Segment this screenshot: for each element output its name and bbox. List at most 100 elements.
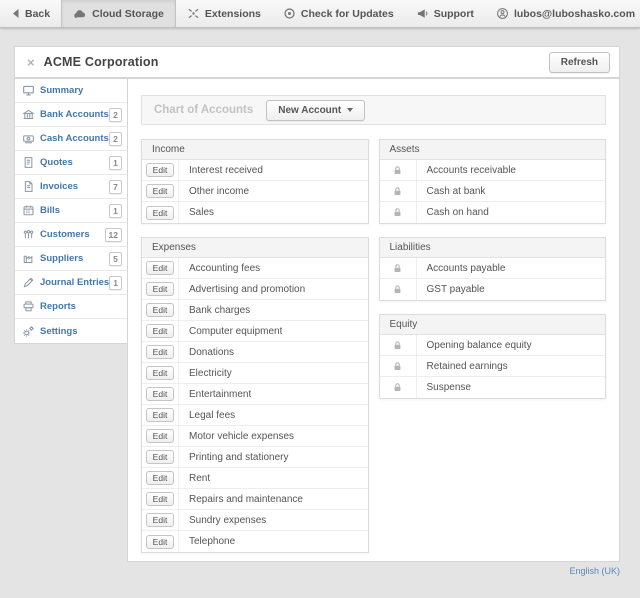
lock-icon [380, 335, 417, 355]
lock-icon [380, 377, 417, 398]
back-label: Back [25, 8, 50, 20]
sidebar-item-bills[interactable]: Bills1 [15, 199, 127, 223]
account-name-label: Repairs and maintenance [179, 494, 303, 505]
edit-button[interactable]: Edit [146, 429, 175, 443]
sidebar-item-customers[interactable]: Customers12 [15, 223, 127, 247]
account-name-label: Printing and stationery [179, 452, 289, 463]
edit-button[interactable]: Edit [146, 261, 175, 275]
page-title: Chart of Accounts [154, 104, 253, 116]
account-group-title: Assets [380, 140, 606, 160]
sidebar-item-bank-accounts[interactable]: Bank Accounts2 [15, 103, 127, 127]
edit-button[interactable]: Edit [146, 387, 175, 401]
account-name-label: Accounting fees [179, 263, 260, 274]
edit-button[interactable]: Edit [146, 408, 175, 422]
sidebar-item-cash-accounts[interactable]: Cash Accounts2 [15, 127, 127, 151]
edit-button[interactable]: Edit [146, 163, 175, 177]
account-name-label: Opening balance equity [417, 340, 532, 351]
account-row: Edit Rent [142, 468, 368, 489]
refresh-button[interactable]: Refresh [549, 52, 610, 73]
account-name-label: Advertising and promotion [179, 284, 305, 295]
lock-icon [380, 258, 417, 278]
sidebar-item-settings[interactable]: Settings [15, 319, 127, 343]
topbar-tab-extensions[interactable]: Extensions [176, 0, 272, 27]
topbar-tab-cloud-storage[interactable]: Cloud Storage [61, 0, 176, 27]
customers-icon [21, 228, 36, 241]
account-group-income: IncomeEditInterest receivedEditOther inc… [141, 139, 369, 224]
row-action-cell: Edit [142, 321, 179, 341]
lock-icon [392, 207, 403, 218]
account-name-label: Donations [179, 347, 234, 358]
row-action-cell: Edit [142, 405, 179, 425]
account-row: Edit Accounting fees [142, 258, 368, 279]
account-name-label: Cash at bank [417, 186, 486, 197]
account-name-label: Rent [179, 473, 210, 484]
support-icon [416, 7, 429, 20]
topbar-tab-support[interactable]: Support [405, 0, 485, 27]
edit-button[interactable]: Edit [146, 450, 175, 464]
row-action-cell: Edit [142, 181, 179, 201]
count-badge: 1 [109, 204, 122, 218]
account-name-label: Accounts receivable [417, 165, 517, 176]
sidebar-item-label: Suppliers [40, 253, 109, 264]
update-icon [283, 7, 296, 20]
account-columns: IncomeEditInterest receivedEditOther inc… [141, 139, 606, 566]
account-row: EditComputer equipment [142, 321, 368, 342]
account-group-assets: AssetsAccounts receivableCash at bankCas… [379, 139, 607, 224]
back-button[interactable]: Back [0, 0, 61, 27]
edit-button[interactable]: Edit [146, 184, 175, 198]
edit-button[interactable]: Edit [146, 535, 175, 549]
account-row: Edit Advertising and promotion [142, 279, 368, 300]
account-name-label: Other income [179, 186, 249, 197]
account-name-label: Electricity [179, 368, 232, 379]
edit-button[interactable]: Edit [146, 366, 175, 380]
sidebar-item-suppliers[interactable]: Suppliers5 [15, 247, 127, 271]
sidebar-item-quotes[interactable]: Quotes1 [15, 151, 127, 175]
close-icon[interactable]: × [27, 56, 35, 69]
sidebar-item-reports[interactable]: Reports [15, 295, 127, 319]
edit-button[interactable]: Edit [146, 324, 175, 338]
language-link[interactable]: English (UK) [569, 566, 620, 576]
count-badge: 2 [109, 132, 122, 146]
reports-icon [21, 300, 36, 313]
account-name-label: Suspense [417, 382, 471, 393]
new-account-button[interactable]: New Account [266, 100, 365, 121]
account-group-equity: EquityOpening balance equityRetained ear… [379, 314, 607, 399]
edit-button[interactable]: Edit [146, 345, 175, 359]
edit-button[interactable]: Edit [146, 471, 175, 485]
bank-icon [21, 108, 36, 121]
invoices-icon [21, 180, 36, 193]
sidebar-item-invoices[interactable]: Invoices7 [15, 175, 127, 199]
sidebar-item-journal-entries[interactable]: Journal Entries1 [15, 271, 127, 295]
topbar-tab-label: Extensions [205, 8, 261, 20]
count-badge: 1 [109, 276, 122, 290]
count-badge: 7 [109, 180, 122, 194]
user-account-menu[interactable]: lubos@luboshasko.com [485, 0, 640, 27]
row-action-cell: Edit [142, 384, 179, 404]
account-name-label: Telephone [179, 536, 235, 547]
edit-button[interactable]: Edit [146, 513, 175, 527]
row-action-cell: Edit [142, 447, 179, 467]
account-row: Accounts payable [380, 258, 606, 279]
count-badge: 5 [109, 252, 122, 266]
topbar-tab-check-for-updates[interactable]: Check for Updates [272, 0, 405, 27]
account-row: EditBank charges [142, 300, 368, 321]
settings-icon [21, 325, 36, 338]
edit-button[interactable]: Edit [146, 492, 175, 506]
edit-button[interactable]: Edit [146, 282, 175, 296]
sidebar-navigation: SummaryBank Accounts2Cash Accounts2Quote… [14, 78, 128, 344]
sidebar-item-label: Bills [40, 205, 109, 216]
lock-icon [392, 361, 403, 372]
account-name-label: Sundry expenses [179, 515, 266, 526]
edit-button[interactable]: Edit [146, 303, 175, 317]
edit-button[interactable]: Edit [146, 206, 175, 220]
suppliers-icon [21, 252, 36, 265]
sidebar-item-label: Quotes [40, 157, 109, 168]
user-email-label: lubos@luboshasko.com [514, 8, 635, 20]
extensions-icon [187, 7, 200, 20]
row-action-cell: Edit [142, 258, 179, 278]
top-navigation-bar: Back Cloud Storage Extensions Check for Up… [0, 0, 640, 28]
sidebar-item-label: Cash Accounts [40, 133, 109, 144]
lock-icon [380, 160, 417, 180]
sidebar-item-summary[interactable]: Summary [15, 79, 127, 103]
quotes-icon [21, 156, 36, 169]
